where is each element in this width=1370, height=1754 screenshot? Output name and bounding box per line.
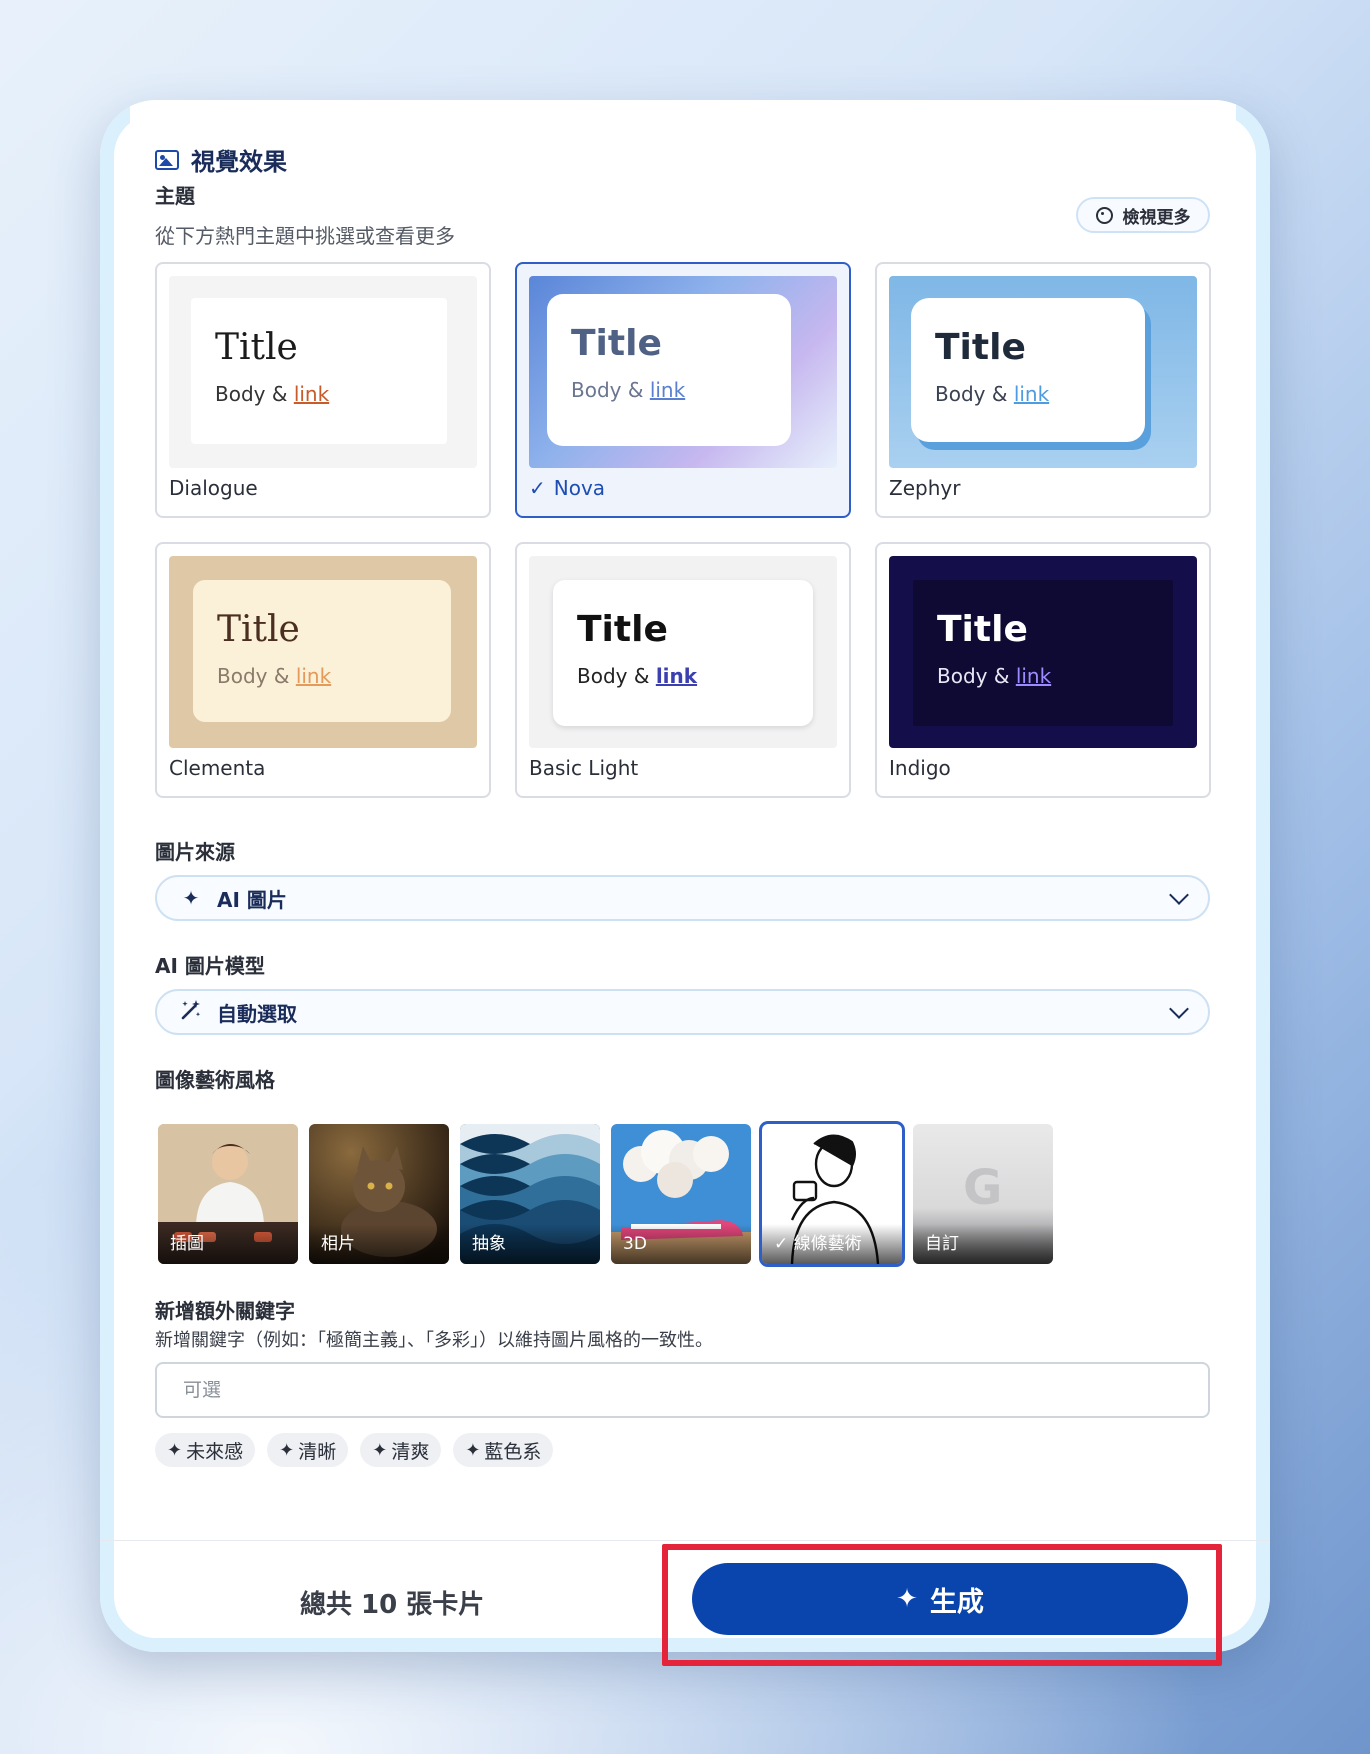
section-title: 視覺效果 [191, 148, 287, 176]
image-model-label: AI 圖片模型 [155, 954, 265, 978]
preview-link: link [649, 378, 686, 402]
preview-link: link [1013, 382, 1050, 406]
preview-title: Title [937, 609, 1028, 650]
theme-preview: Title Body & link [529, 276, 837, 468]
theme-name: Nova [553, 476, 606, 500]
image-source-value: AI 圖片 [217, 887, 287, 912]
theme-preview: Title Body & link [889, 276, 1197, 468]
preview-body: Body & [937, 664, 1016, 688]
image-model-select[interactable]: 自動選取 [155, 989, 1210, 1035]
chip-label: 未來感 [186, 1440, 244, 1463]
style-caption: 插圖 [170, 1234, 204, 1254]
style-tile-3d[interactable]: 3D [611, 1124, 751, 1264]
sparkle-icon: ✦ [465, 1439, 481, 1461]
theme-name: Basic Light [529, 756, 639, 780]
view-more-label: 檢視更多 [1122, 207, 1191, 228]
style-tile-line-art[interactable]: ✓ 線條藝術 [759, 1121, 905, 1267]
theme-card-basic-light[interactable]: Title Body & link Basic Light [515, 542, 851, 798]
keyword-chip[interactable]: ✦ 清爽 [360, 1433, 442, 1467]
theme-name: Indigo [889, 756, 951, 780]
preview-link: link [655, 664, 698, 688]
settings-scroll-area[interactable]: 視覺效果 主題 檢視更多 從下方熱門主題中挑選或查看更多 Title Body … [130, 100, 1236, 1492]
chip-label: 清晰 [298, 1440, 337, 1463]
theme-preview: Title Body & link [169, 276, 477, 468]
style-caption: ✓ 線條藝術 [774, 1234, 862, 1254]
theme-subtitle: 從下方熱門主題中挑選或查看更多 [155, 224, 455, 248]
sparkle-icon: ✦ [279, 1439, 295, 1461]
preview-title: Title [217, 609, 300, 650]
theme-card-zephyr[interactable]: Title Body & link Zephyr [875, 262, 1211, 518]
image-source-label: 圖片來源 [155, 840, 235, 864]
preview-title: Title [571, 323, 662, 364]
preview-link: link [295, 664, 332, 688]
art-style-label: 圖像藝術風格 [155, 1068, 275, 1092]
custom-style-icon: G [963, 1160, 1003, 1216]
sparkle-icon: ✦ [372, 1439, 388, 1461]
keyword-chip[interactable]: ✦ 未來感 [155, 1433, 256, 1467]
image-icon [155, 149, 179, 170]
style-caption: 自訂 [925, 1234, 959, 1254]
keyword-chip[interactable]: ✦ 清晰 [267, 1433, 349, 1467]
preview-title: Title [215, 327, 298, 368]
style-tile-photo[interactable]: 相片 [309, 1124, 449, 1264]
keyword-chip[interactable]: ✦ 藍色系 [453, 1433, 554, 1467]
check-icon: ✓ [529, 476, 546, 500]
theme-card-dialogue[interactable]: Title Body & link Dialogue [155, 262, 491, 518]
keyword-suggestions: ✦ 未來感 ✦ 清晰 ✦ 清爽 ✦ 藍色系 [155, 1433, 554, 1467]
style-caption: 抽象 [472, 1234, 506, 1254]
generation-settings-panel: 視覺效果 主題 檢視更多 從下方熱門主題中挑選或查看更多 Title Body … [100, 100, 1270, 1652]
theme-preview: Title Body & link [529, 556, 837, 748]
magic-wand-icon [179, 998, 203, 1027]
theme-name: Dialogue [169, 476, 258, 500]
chip-label: 清爽 [391, 1440, 430, 1463]
chevron-down-icon [1169, 999, 1189, 1019]
theme-card-clementa[interactable]: Title Body & link Clementa [155, 542, 491, 798]
keywords-input[interactable] [155, 1362, 1210, 1418]
theme-card-nova[interactable]: Title Body & link ✓ Nova [515, 262, 851, 518]
theme-card-indigo[interactable]: Title Body & link Indigo [875, 542, 1211, 798]
preview-body: Body & [577, 664, 656, 688]
theme-name: Clementa [169, 756, 266, 780]
style-tile-illustration[interactable]: 插圖 [158, 1124, 298, 1264]
theme-preview: Title Body & link [889, 556, 1197, 748]
style-tile-custom[interactable]: G 自訂 [913, 1124, 1053, 1264]
footer-divider [100, 1540, 1270, 1541]
palette-icon [1095, 206, 1113, 224]
preview-body: Body & [215, 382, 294, 406]
style-tile-abstract[interactable]: 抽象 [460, 1124, 600, 1264]
theme-name: Zephyr [889, 476, 961, 500]
style-caption: 3D [623, 1234, 647, 1254]
image-source-select[interactable]: ✦ AI 圖片 [155, 875, 1210, 921]
keywords-hint: 新增關鍵字（例如：「極簡主義」、「多彩」）以維持圖片風格的一致性。 [155, 1330, 713, 1351]
chevron-down-icon [1169, 885, 1189, 905]
theme-label: 主題 [155, 184, 195, 208]
preview-title: Title [935, 327, 1026, 368]
sparkle-icon: ✦ [182, 886, 200, 910]
preview-body: Body & [935, 382, 1014, 406]
preview-body: Body & [217, 664, 296, 688]
preview-body: Body & [571, 378, 650, 402]
view-more-themes-button[interactable]: 檢視更多 [1076, 197, 1210, 233]
preview-link: link [293, 382, 330, 406]
sparkle-icon: ✦ [167, 1439, 183, 1461]
preview-title: Title [577, 609, 668, 650]
preview-link: link [1015, 664, 1052, 688]
highlight-box [662, 1544, 1222, 1666]
visual-effects-heading: 視覺效果 [155, 142, 287, 177]
image-model-value: 自動選取 [217, 1001, 297, 1026]
keywords-label: 新增額外關鍵字 [155, 1299, 295, 1323]
theme-preview: Title Body & link [169, 556, 477, 748]
card-count: 總共 10 張卡片 [300, 1590, 485, 1620]
chip-label: 藍色系 [484, 1440, 542, 1463]
style-caption: 相片 [321, 1234, 355, 1254]
